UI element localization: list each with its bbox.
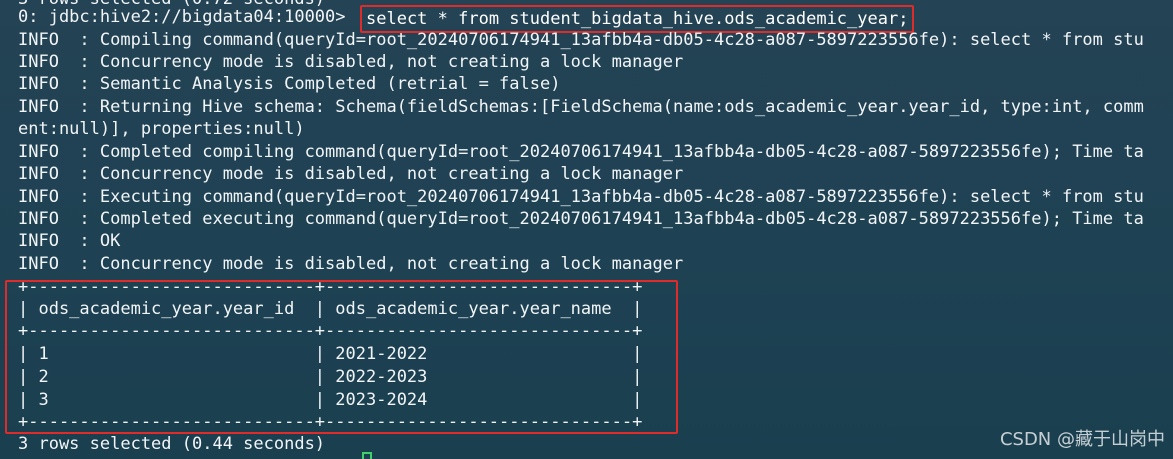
csdn-watermark: CSDN @藏于山岗中 xyxy=(999,429,1165,450)
table-border-bottom: +----------------------------+----------… xyxy=(18,412,643,432)
log-line: INFO : Completed executing command(query… xyxy=(18,209,1144,229)
log-line: INFO : Completed compiling command(query… xyxy=(18,142,1144,162)
terminal-cursor xyxy=(362,452,372,459)
log-line: INFO : Compiling command(queryId=root_20… xyxy=(18,30,1144,50)
log-line: INFO : Concurrency mode is disabled, not… xyxy=(18,52,684,72)
log-line: INFO : Concurrency mode is disabled, not… xyxy=(18,254,684,274)
table-row: | 3 | 2023-2024 | xyxy=(18,390,643,410)
rows-selected-status: 3 rows selected (0.44 seconds) xyxy=(18,434,326,454)
log-line: ent:null)], properties:null) xyxy=(18,119,305,139)
table-row: | 1 | 2021-2022 | xyxy=(18,344,643,364)
table-header-row: | ods_academic_year.year_id | ods_academ… xyxy=(18,299,643,319)
log-line: INFO : Concurrency mode is disabled, not… xyxy=(18,164,684,184)
log-line: INFO : OK xyxy=(18,231,121,251)
log-line: INFO : Semantic Analysis Completed (retr… xyxy=(18,74,561,94)
table-row: | 2 | 2022-2023 | xyxy=(18,367,643,387)
table-border-top: +----------------------------+----------… xyxy=(18,277,643,297)
log-line: INFO : Executing command(queryId=root_20… xyxy=(18,187,1144,207)
prompt-label: 0: jdbc:hive2://bigdata04:10000> xyxy=(18,7,356,27)
terminal-window[interactable]: 3 rows selected (0.72 seconds) 0: jdbc:h… xyxy=(0,0,1173,459)
table-border-mid: +----------------------------+----------… xyxy=(18,321,643,341)
log-line: INFO : Returning Hive schema: Schema(fie… xyxy=(18,97,1144,117)
